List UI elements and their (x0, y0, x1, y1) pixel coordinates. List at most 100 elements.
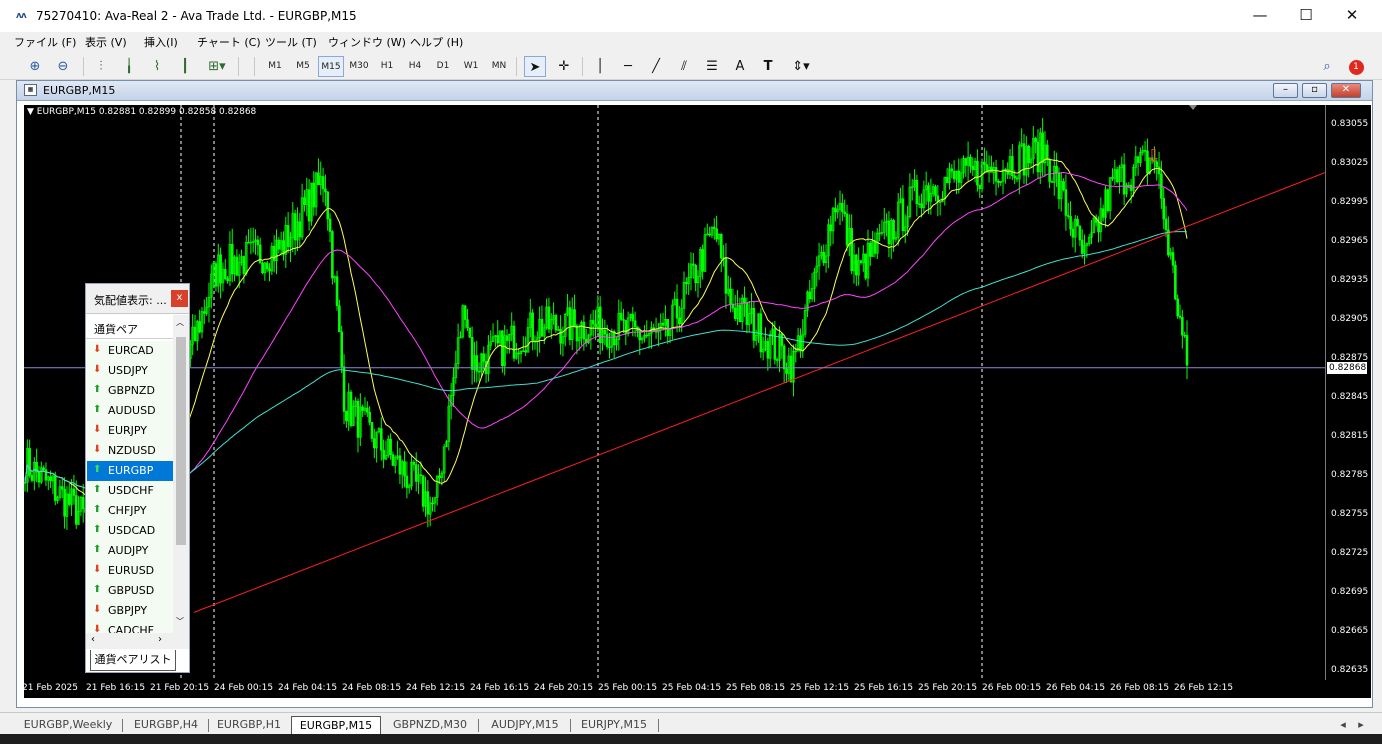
candle-body (1164, 218, 1168, 231)
price-tick-label: 0.82965 (1331, 235, 1369, 246)
candle-body (242, 256, 246, 274)
arrows-dropdown-icon[interactable]: ⇕▾ (786, 56, 816, 77)
candle-body (1115, 169, 1119, 183)
price-tick-label: 0.82725 (1331, 547, 1369, 558)
price-chart[interactable]: ⇩ ▼ EURGBP,M15 0.82881 0.82899 0.82858 0… (24, 105, 1325, 680)
chart-maximize-button[interactable]: ▫ (1302, 83, 1327, 98)
line-chart-icon[interactable]: ⌇ (146, 56, 168, 77)
market-watch-tab-symbols[interactable]: 通貨ペアリスト (90, 650, 176, 671)
market-watch-row[interactable]: ⬇ NZDUSD (87, 441, 173, 461)
menu-window[interactable]: ウィンドウ (W) (328, 34, 406, 50)
tab-eurgbp-weekly[interactable]: EURGBP,Weekly (16, 716, 120, 734)
timeframe-h4-button[interactable]: H4 (402, 56, 428, 77)
timeframe-w1-button[interactable]: W1 (458, 56, 484, 77)
candle-body (841, 202, 844, 213)
candle-body (619, 312, 623, 320)
candle-body (482, 353, 486, 362)
candle-body (37, 471, 41, 483)
timeframe-m30-button[interactable]: M30 (346, 56, 372, 77)
candle-body (915, 179, 919, 205)
menu-file[interactable]: ファイル (F) (14, 34, 76, 50)
scroll-down-icon[interactable]: ﹀ (176, 616, 184, 627)
price-tick-label: 0.83055 (1331, 118, 1369, 129)
candle-body (782, 345, 786, 370)
trend-line (193, 172, 1325, 613)
tab-eurjpy-m15[interactable]: EURJPY,M15 (572, 716, 656, 734)
candle-body (1122, 164, 1126, 195)
market-watch-row[interactable]: ⬇ EURUSD (87, 561, 173, 581)
tab-eurgbp-m15[interactable]: EURGBP,M15 (291, 716, 381, 734)
horizontal-line-icon[interactable]: ─ (617, 56, 639, 77)
timeframe-m15-button[interactable]: M15 (318, 56, 344, 77)
timeframe-mn-button[interactable]: MN (486, 56, 512, 77)
candle-body (372, 438, 376, 449)
timeframe-m5-button[interactable]: M5 (290, 56, 316, 77)
chart-close-button[interactable]: ✕ (1331, 83, 1361, 98)
market-watch-row[interactable]: ⬆ AUDUSD (87, 401, 173, 421)
market-watch-row[interactable]: ⬇ EURCAD (87, 341, 173, 361)
candle-body (766, 340, 770, 359)
zoom-in-icon[interactable]: ⊕ (24, 56, 46, 77)
scroll-up-icon[interactable]: ︿ (176, 317, 184, 328)
candle-body (540, 319, 544, 337)
market-watch-row[interactable]: ⬆ USDCAD (87, 521, 173, 541)
market-watch-row[interactable]: ⬇ USDJPY (87, 361, 173, 381)
bar-chart-icon[interactable]: ⫶ (90, 56, 112, 77)
time-axis[interactable]: 21 Feb 2025 21 Feb 16:15 21 Feb 20:15 24 Fe… (22, 680, 1371, 698)
market-watch-row[interactable]: ⬆ AUDJPY (87, 541, 173, 561)
tab-eurgbp-h1[interactable]: EURGBP,H1 (210, 716, 288, 734)
maximize-button[interactable]: ☐ (1283, 0, 1329, 32)
tab-gbpnzd-m30[interactable]: GBPNZD,M30 (384, 716, 476, 734)
time-tick-label: 24 Feb 12:15 (406, 683, 466, 693)
candle-body (1055, 165, 1058, 173)
chart-minimize-button[interactable]: – (1273, 83, 1298, 98)
ma-long-line (24, 231, 1188, 496)
market-watch-row[interactable]: ⬆ GBPNZD (87, 381, 173, 401)
new-chart-icon[interactable]: ⊞▾ (202, 56, 232, 77)
candlestick-chart-icon[interactable]: ╽ (118, 56, 140, 77)
tab-eurgbp-h4[interactable]: EURGBP,H4 (124, 716, 208, 734)
fibonacci-icon[interactable]: ☰ (701, 56, 723, 77)
text-tool-icon[interactable]: A (729, 56, 751, 77)
tab-scroll-right-icon[interactable]: ▸ (1354, 716, 1368, 734)
menu-view[interactable]: 表示 (V) (85, 34, 127, 50)
search-icon[interactable]: ⌕ (1316, 56, 1338, 77)
notification-icon[interactable]: 1 (1345, 56, 1367, 77)
menu-help[interactable]: ヘルプ (H) (410, 34, 463, 50)
vertical-line-icon[interactable]: │ (589, 56, 611, 77)
channel-icon[interactable]: ⫽ (673, 56, 695, 77)
timeframe-h1-button[interactable]: H1 (374, 56, 400, 77)
market-watch-row[interactable]: ⬇ GBPJPY (87, 601, 173, 621)
crosshair-icon[interactable]: ✛ (553, 56, 575, 77)
timeframe-d1-button[interactable]: D1 (430, 56, 456, 77)
timeframe-m1-button[interactable]: M1 (262, 56, 288, 77)
market-watch-row[interactable]: ⬆ EURGBP (87, 461, 173, 481)
market-watch-row[interactable]: ⬆ USDCHF (87, 481, 173, 501)
minimize-button[interactable]: — (1237, 0, 1283, 32)
trendline-icon[interactable]: ╱ (645, 56, 667, 77)
market-watch-row[interactable]: ⬇ EURJPY (87, 421, 173, 441)
scroll-right-icon[interactable]: › (158, 634, 162, 645)
market-watch-close-button[interactable]: x (171, 290, 188, 307)
close-button[interactable]: ✕ (1329, 0, 1375, 32)
candle-body (382, 449, 385, 460)
scrollbar-thumb[interactable] (176, 337, 186, 545)
chart-shift-icon[interactable]: ┃ (174, 56, 196, 77)
menu-tools[interactable]: ツール (T) (265, 34, 317, 50)
market-watch-horizontal-scrollbar[interactable]: ‹ › (86, 633, 189, 649)
tab-scroll-left-icon[interactable]: ◂ (1336, 716, 1350, 734)
candle-body (773, 328, 777, 360)
scroll-left-icon[interactable]: ‹ (91, 634, 95, 645)
tab-audjpy-m15[interactable]: AUDJPY,M15 (480, 716, 570, 734)
market-watch-row[interactable]: ⬆ CHFJPY (87, 501, 173, 521)
menu-chart[interactable]: チャート (C) (197, 34, 261, 50)
market-watch-column-header[interactable]: 通貨ペア (86, 315, 173, 339)
candle-body (920, 203, 923, 209)
price-axis[interactable]: 0.83055 0.83025 0.82995 0.82965 0.82935 0.829… (1325, 105, 1371, 680)
market-watch-vertical-scrollbar[interactable]: ︿ ﹀ (173, 315, 189, 633)
zoom-out-icon[interactable]: ⊖ (52, 56, 74, 77)
cursor-icon[interactable]: ➤ (524, 56, 546, 77)
menu-insert[interactable]: 挿入(I) (144, 34, 178, 50)
text-label-icon[interactable]: T (757, 56, 779, 77)
market-watch-row[interactable]: ⬆ GBPUSD (87, 581, 173, 601)
